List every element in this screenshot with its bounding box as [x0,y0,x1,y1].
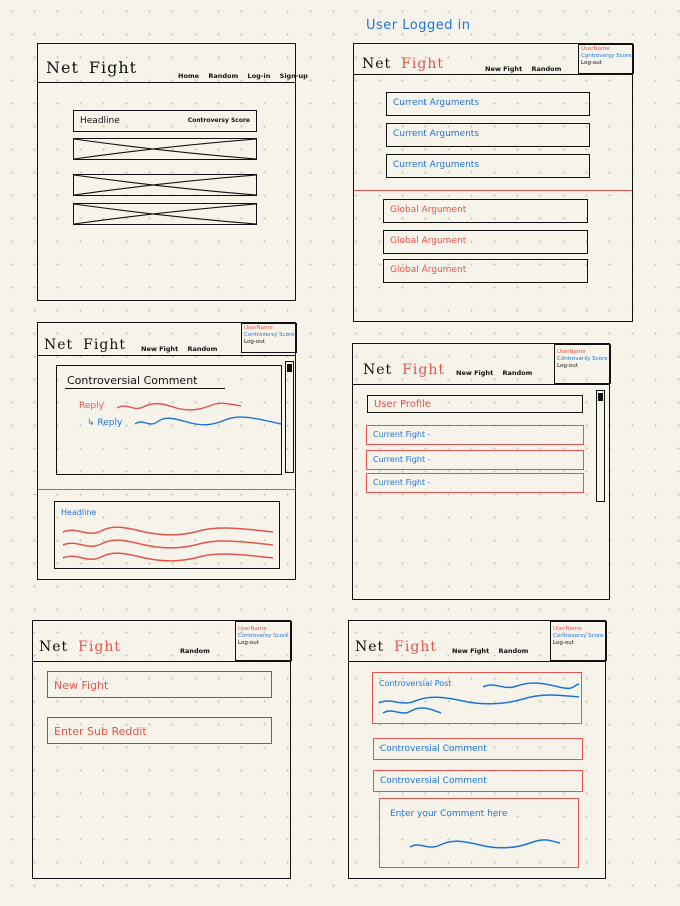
scrollbar[interactable] [285,361,294,473]
scrollbar[interactable] [596,390,605,502]
user-info-box: UserName Controversy Score Log-out [554,344,611,384]
current-fight-row[interactable]: Current Fight - [366,473,584,493]
nav-new-fight[interactable]: New Fight [485,65,522,73]
controversy-score-label: Controversy Score [557,356,608,362]
nav-random[interactable]: Random [180,647,210,655]
controversy-score-label: Controversy Score [553,633,604,639]
placeholder-row[interactable] [73,203,257,225]
username-label[interactable]: UserName [244,325,294,332]
section-divider [38,489,295,490]
sub-reply-text-scribble [134,416,282,426]
reply-text-scribble [116,402,242,411]
nav-new-fight[interactable]: New Fight [141,345,178,353]
nav-random[interactable]: Random [531,65,561,73]
current-argument-row[interactable]: Current Arguments [386,123,590,147]
log-out-link[interactable]: Log-out [553,640,604,647]
site-logo[interactable]: Net Fight [363,362,445,378]
comment-text-scribble [409,839,561,849]
username-label[interactable]: UserName [581,46,631,53]
controversy-score-label: Controversy Score [187,117,250,124]
section-divider [354,190,632,191]
nav-bar: New Fight Random [478,65,561,73]
site-logo[interactable]: Net Fight [362,56,444,72]
nav-new-fight[interactable]: New Fight [452,647,489,655]
controversy-score-label: Controversy Score [581,53,632,59]
controversy-score-label: Controversy Score [244,332,295,338]
nav-divider [38,355,295,356]
headline-panel[interactable]: Headline [54,501,280,569]
headline-row[interactable]: Headline Controversy Score [73,110,257,132]
wireframe-home: Net Fight Home Random Log-in Sign-up Head… [37,43,308,301]
wireframe-user-profile: Net Fight New Fight Random UserName Contr… [352,343,611,600]
nav-divider [38,82,295,83]
user-info-box: UserName Controversy Score Log-out [235,621,292,661]
user-profile-header: User Profile [367,395,583,413]
log-out-link[interactable]: Log-out [581,60,631,67]
nav-bar: New Fight Random [134,345,217,353]
reply-label[interactable]: Reply [79,401,104,411]
placeholder-row[interactable] [73,138,257,160]
nav-divider [349,661,605,662]
user-info-box: UserName Controversy Score Log-out [241,323,297,353]
comment-panel: Controversial Comment Reply ↳ Reply [56,365,282,475]
wireframe-arguments: Net Fight New Fight Random UserName Contr… [353,43,634,322]
nav-divider [354,74,632,75]
nav-sign-up[interactable]: Sign-up [280,72,308,80]
username-label[interactable]: UserName [238,626,289,633]
nav-bar: New Fight Random [445,647,528,655]
title-underline [65,388,225,389]
nav-bar: Random [173,647,210,655]
placeholder-row[interactable] [73,174,257,196]
site-logo[interactable]: Net Fight [46,58,137,77]
nav-bar: Home Random Log-in Sign-up [171,72,308,80]
username-label[interactable]: UserName [557,349,608,356]
global-argument-row[interactable]: Global Argument [383,230,588,254]
headline-label: Headline [80,116,120,126]
controversial-post[interactable]: Controversial Post [372,672,582,724]
nav-random[interactable]: Random [187,345,217,353]
nav-random[interactable]: Random [498,647,528,655]
wireframe-new-fight: Net Fight Random UserName Controversy Sco… [32,620,292,879]
enter-comment-placeholder: Enter your Comment here [390,809,508,819]
headline-text-scribble [62,526,274,562]
controversial-comment-row[interactable]: Controversial Comment [373,738,583,760]
site-logo[interactable]: Net Fight [39,639,121,655]
user-logged-in-caption: User Logged in [366,18,471,33]
nav-random[interactable]: Random [502,369,532,377]
new-fight-input[interactable]: New Fight [47,671,272,698]
nav-divider [33,661,290,662]
site-logo[interactable]: Net Fight [355,639,437,655]
user-info-box: UserName Controversy Score Log-out [550,621,607,661]
subreddit-input[interactable]: Enter Sub Reddit [47,717,272,744]
current-argument-row[interactable]: Current Arguments [386,154,590,178]
enter-comment-textarea[interactable]: Enter your Comment here [379,798,579,868]
current-argument-row[interactable]: Current Arguments [386,92,590,116]
log-out-link[interactable]: Log-out [238,640,289,647]
headline-label: Headline [61,508,97,517]
nav-divider [353,384,609,385]
nav-new-fight[interactable]: New Fight [456,369,493,377]
controversy-score-label: Controversy Score [238,633,289,639]
wireframe-post-detail: Net Fight New Fight Random UserName Contr… [348,620,607,879]
controversial-comment-row[interactable]: Controversial Comment [373,770,583,792]
sub-reply-label[interactable]: ↳ Reply [87,418,122,428]
global-argument-row[interactable]: Global Argument [383,259,588,283]
nav-bar: New Fight Random [449,369,532,377]
nav-home[interactable]: Home [178,72,199,80]
global-argument-row[interactable]: Global Argument [383,199,588,223]
wireframe-comment-thread: Net Fight New Fight Random UserName Contr… [37,322,297,580]
controversial-comment-title: Controversial Comment [67,374,198,387]
post-text-scribble [378,682,580,714]
site-logo[interactable]: Net Fight [44,337,126,353]
log-out-link[interactable]: Log-out [557,363,608,370]
username-label[interactable]: UserName [553,626,604,633]
current-fight-row[interactable]: Current Fight - [366,425,584,445]
nav-random[interactable]: Random [208,72,238,80]
current-fight-row[interactable]: Current Fight - [366,450,584,470]
user-info-box: UserName Controversy Score Log-out [578,44,634,74]
nav-log-in[interactable]: Log-in [248,72,271,80]
log-out-link[interactable]: Log-out [244,339,294,346]
